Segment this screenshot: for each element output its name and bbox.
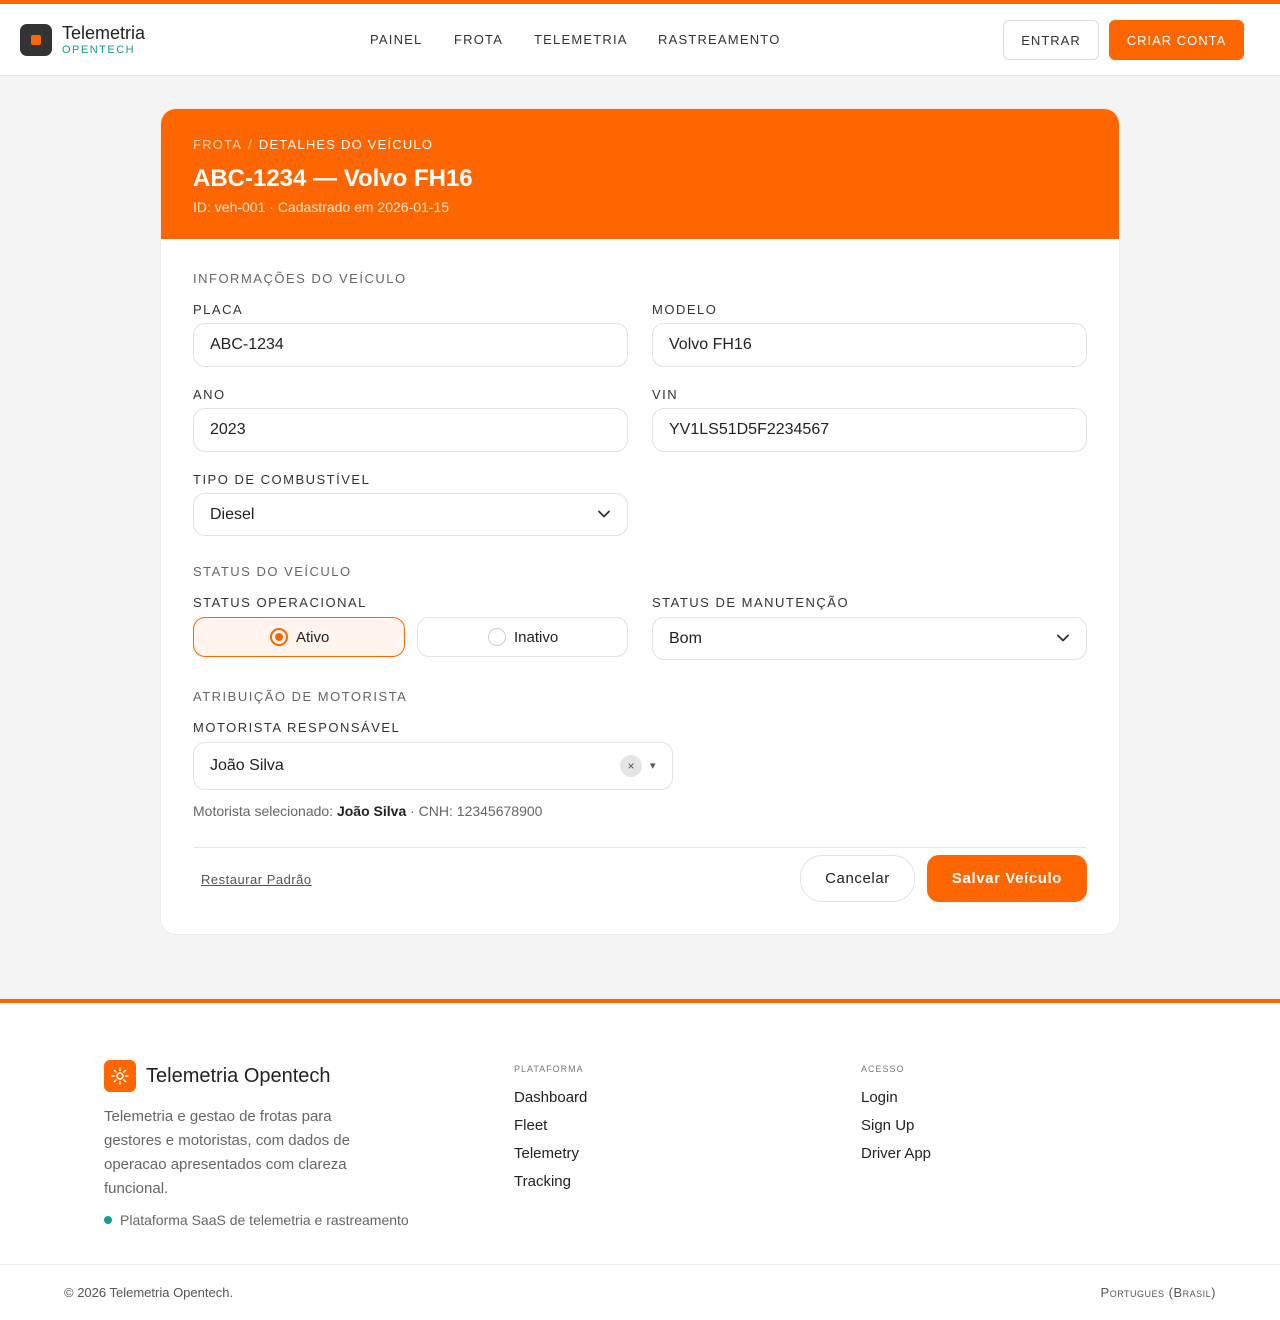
chevron-down-icon [598, 510, 610, 518]
status-option-label: Ativo [296, 629, 330, 646]
model-label: MODELO [652, 302, 718, 317]
driver-label: MOTORISTA RESPONSÁVEL [193, 720, 401, 735]
breadcrumb-current: DETALHES DO VEÍCULO [258, 137, 434, 152]
footer-divider [0, 1264, 1280, 1265]
nav-rastreamento[interactable]: RASTREAMENTO [658, 32, 781, 47]
driver-combobox[interactable]: João Silva × ▾ [193, 742, 673, 790]
signup-button[interactable]: CRIAR CONTA [1109, 20, 1244, 60]
actions-divider [193, 847, 1087, 848]
vehicle-meta: ID: veh-001 · Cadastrado em 2026-01-15 [193, 199, 450, 215]
driver-value: João Silva [210, 757, 284, 774]
maintenance-status-select[interactable]: Bom [652, 617, 1087, 660]
footer-link-driver-app[interactable]: Driver App [861, 1145, 931, 1162]
year-input[interactable] [193, 408, 628, 452]
nav-painel[interactable]: PAINEL [370, 32, 422, 47]
footer-access-title: ACESSO [861, 1064, 905, 1074]
language-selector[interactable]: Portugues (Brasil) [1101, 1285, 1216, 1300]
breadcrumb-frota[interactable]: FROTA [193, 137, 242, 152]
selected-driver-info: Motorista selecionado: João Silva · CNH:… [193, 803, 542, 819]
platform-status: Plataforma SaaS de telemetria e rastream… [104, 1212, 409, 1228]
operational-status-label: STATUS OPERACIONAL [193, 595, 367, 610]
app-logo[interactable] [20, 24, 52, 56]
section-vehicle-info: INFORMAÇÕES DO VEÍCULO [193, 271, 407, 286]
logo-mark-icon [31, 35, 41, 45]
status-option-inativo[interactable]: Inativo [417, 617, 628, 657]
model-input[interactable] [652, 323, 1087, 367]
card-header: FROTA / DETALHES DO VEÍCULO ABC-1234 — Vol… [161, 109, 1119, 239]
breadcrumb: FROTA / DETALHES DO VEÍCULO [193, 137, 433, 152]
section-vehicle-status: STATUS DO VEÍCULO [193, 564, 352, 579]
chevron-down-icon [1057, 634, 1069, 642]
status-dot-icon [104, 1216, 112, 1224]
status-option-ativo[interactable]: Ativo [193, 617, 405, 657]
footer-link-dashboard[interactable]: Dashboard [514, 1089, 587, 1106]
section-driver-assignment: ATRIBUIÇÃO DE MOTORISTA [193, 689, 408, 704]
radio-checked-icon [270, 628, 288, 646]
site-footer: Telemetria Opentech Telemetria e gestao … [0, 999, 1280, 1320]
year-label: ANO [193, 387, 226, 402]
caret-down-icon[interactable]: ▾ [650, 759, 656, 772]
footer-description: Telemetria e gestao de frotas para gesto… [104, 1108, 350, 1197]
footer-link-login[interactable]: Login [861, 1089, 898, 1106]
selected-driver-name: João Silva [336, 803, 407, 819]
restore-defaults-link[interactable]: Restaurar Padrão [201, 872, 312, 887]
nav-frota[interactable]: FROTA [454, 32, 503, 47]
footer-link-telemetry[interactable]: Telemetry [514, 1145, 579, 1162]
plate-label: PLACA [193, 302, 244, 317]
fuel-type-label: TIPO DE COMBUSTÍVEL [193, 472, 371, 487]
maintenance-status-label: STATUS DE MANUTENÇÃO [652, 595, 850, 610]
fuel-type-select[interactable]: Diesel [193, 493, 628, 536]
vin-input[interactable] [652, 408, 1087, 452]
copyright: © 2026 Telemetria Opentech. [64, 1285, 234, 1300]
status-option-label: Inativo [514, 629, 559, 646]
cancel-button[interactable]: Cancelar [800, 855, 915, 902]
login-button[interactable]: ENTRAR [1003, 20, 1099, 60]
footer-link-fleet[interactable]: Fleet [514, 1117, 547, 1134]
fuel-type-value: Diesel [210, 506, 255, 523]
vehicle-details-card: FROTA / DETALHES DO VEÍCULO ABC-1234 — Vol… [160, 108, 1120, 935]
brand-subtitle: OPENTECH [62, 44, 136, 56]
breadcrumb-separator: / [248, 137, 253, 152]
selected-driver-prefix: Motorista selecionado: [193, 803, 334, 819]
maintenance-status-value: Bom [669, 630, 702, 647]
sun-icon [111, 1067, 129, 1085]
plate-input[interactable] [193, 323, 628, 367]
radio-unchecked-icon [488, 628, 506, 646]
save-vehicle-button[interactable]: Salvar Veículo [927, 855, 1087, 902]
footer-platform-title: PLATAFORMA [514, 1064, 584, 1074]
footer-link-tracking[interactable]: Tracking [514, 1173, 571, 1190]
footer-brand: Telemetria Opentech [146, 1065, 331, 1087]
clear-icon[interactable]: × [620, 755, 642, 777]
nav-telemetria[interactable]: TELEMETRIA [534, 32, 628, 47]
page-title: ABC-1234 — Volvo FH16 [193, 165, 473, 192]
brand-name[interactable]: Telemetria [62, 23, 145, 44]
selected-driver-cnh: · CNH: 12345678900 [410, 803, 543, 819]
footer-logo [104, 1060, 136, 1092]
top-navbar: Telemetria OPENTECH PAINEL FROTA TELEMET… [0, 4, 1280, 76]
vin-label: VIN [652, 387, 679, 402]
footer-link-signup[interactable]: Sign Up [861, 1117, 914, 1134]
platform-status-text: Plataforma SaaS de telemetria e rastream… [120, 1212, 409, 1228]
